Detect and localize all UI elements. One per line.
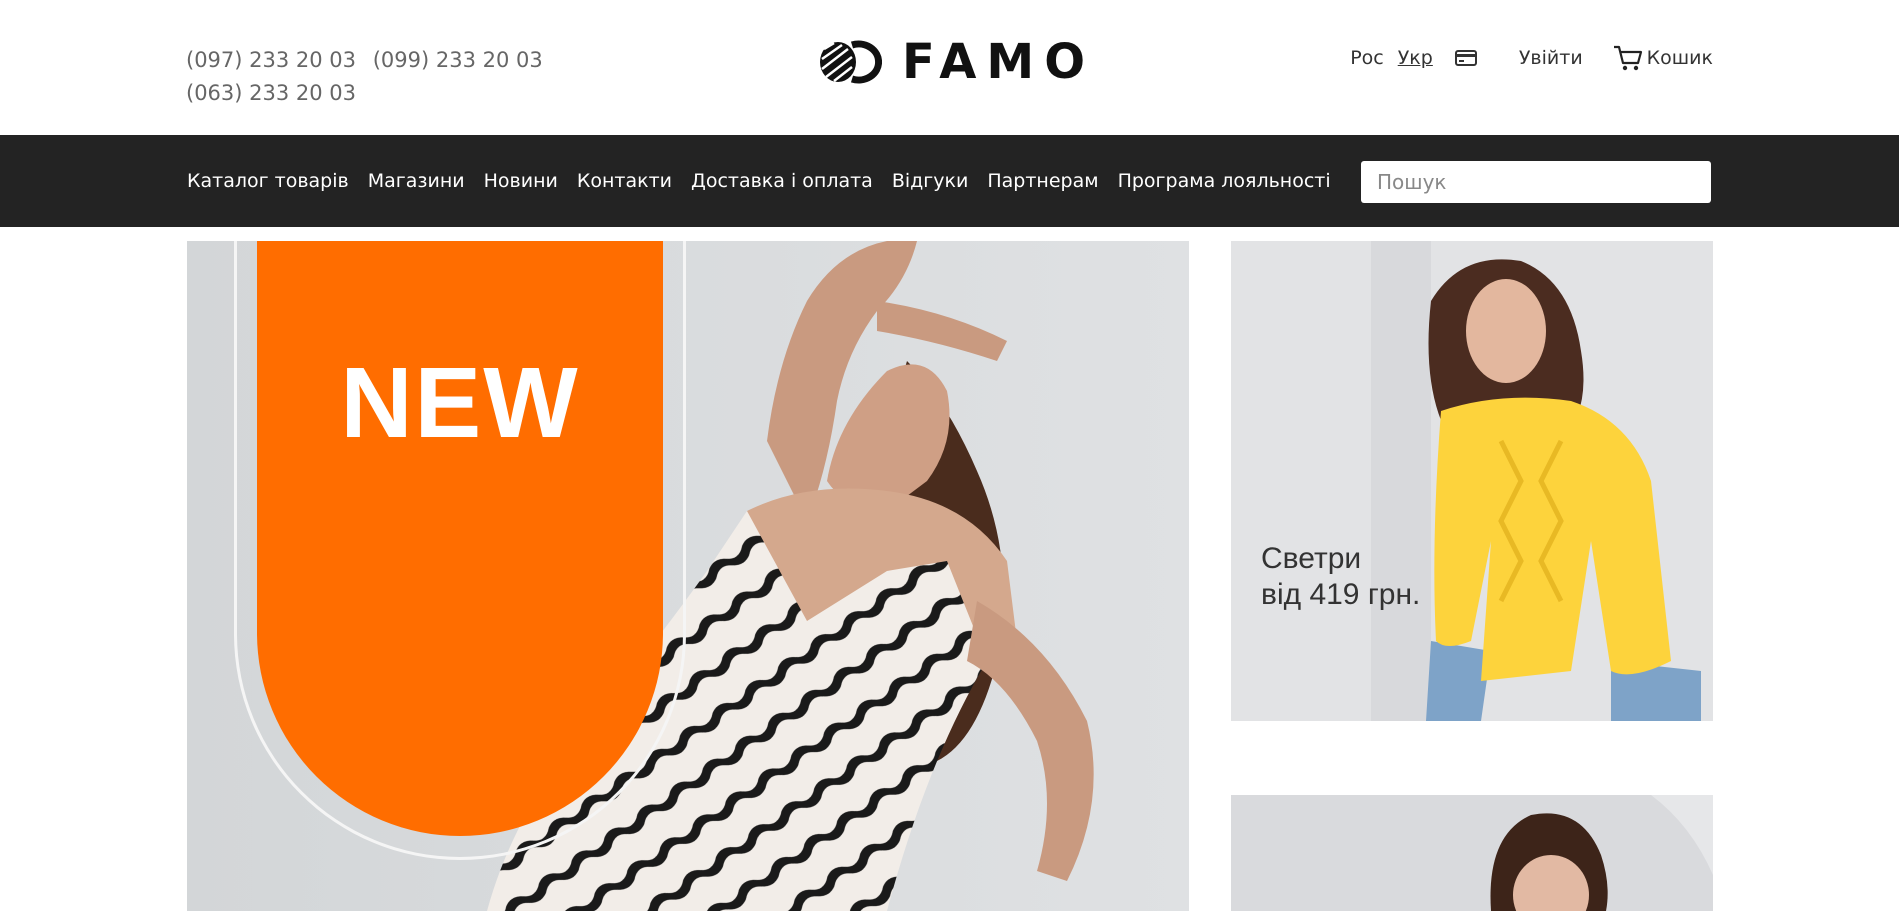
- search-input[interactable]: [1361, 161, 1711, 203]
- sweater-model-image: [1231, 241, 1713, 721]
- lang-ru-link[interactable]: Рос: [1350, 47, 1384, 69]
- site-header: (097) 233 20 03 (099) 233 20 03 (063) 23…: [0, 0, 1899, 135]
- logo-mark-icon: [820, 40, 882, 84]
- nav-catalog[interactable]: Каталог товарів: [187, 170, 349, 192]
- site-logo[interactable]: FAMO: [818, 38, 1095, 86]
- phone-link[interactable]: (099) 233 20 03: [373, 48, 543, 72]
- logo-text: FAMO: [902, 34, 1095, 90]
- lang-ua-link[interactable]: Укр: [1398, 47, 1433, 69]
- nav-links: Каталог товарів Магазини Новини Контакти…: [187, 135, 1350, 227]
- caption-line: Светри: [1261, 542, 1362, 575]
- banner-model-image: [1231, 795, 1713, 911]
- nav-partners[interactable]: Партнерам: [987, 170, 1098, 192]
- cart-icon[interactable]: [1613, 44, 1643, 72]
- sweaters-caption: Светри від 419 грн.: [1261, 541, 1420, 613]
- main-nav: Каталог товарів Магазини Новини Контакти…: [0, 135, 1899, 227]
- main-banner[interactable]: NEW: [187, 241, 1189, 911]
- caption-line: від 419 грн.: [1261, 578, 1421, 611]
- login-link[interactable]: Увійти: [1519, 47, 1583, 69]
- phone-link[interactable]: (097) 233 20 03: [186, 48, 356, 72]
- phone-link[interactable]: (063) 233 20 03: [186, 81, 356, 105]
- credit-card-icon[interactable]: [1454, 50, 1477, 66]
- nav-loyalty[interactable]: Програма лояльності: [1118, 170, 1331, 192]
- header-actions: Рос Укр Увійти Кошик: [1350, 44, 1713, 72]
- sweaters-banner[interactable]: Светри від 419 грн.: [1231, 241, 1713, 721]
- cart-link[interactable]: Кошик: [1647, 47, 1713, 69]
- phone-numbers: (097) 233 20 03 (099) 233 20 03 (063) 23…: [186, 44, 553, 110]
- nav-reviews[interactable]: Відгуки: [892, 170, 969, 192]
- nav-news[interactable]: Новини: [484, 170, 558, 192]
- nav-stores[interactable]: Магазини: [368, 170, 465, 192]
- new-badge-text: NEW: [340, 347, 580, 459]
- nav-contacts[interactable]: Контакти: [577, 170, 672, 192]
- second-side-banner[interactable]: [1231, 795, 1713, 911]
- nav-delivery[interactable]: Доставка і оплата: [691, 170, 873, 192]
- new-badge: [257, 241, 663, 836]
